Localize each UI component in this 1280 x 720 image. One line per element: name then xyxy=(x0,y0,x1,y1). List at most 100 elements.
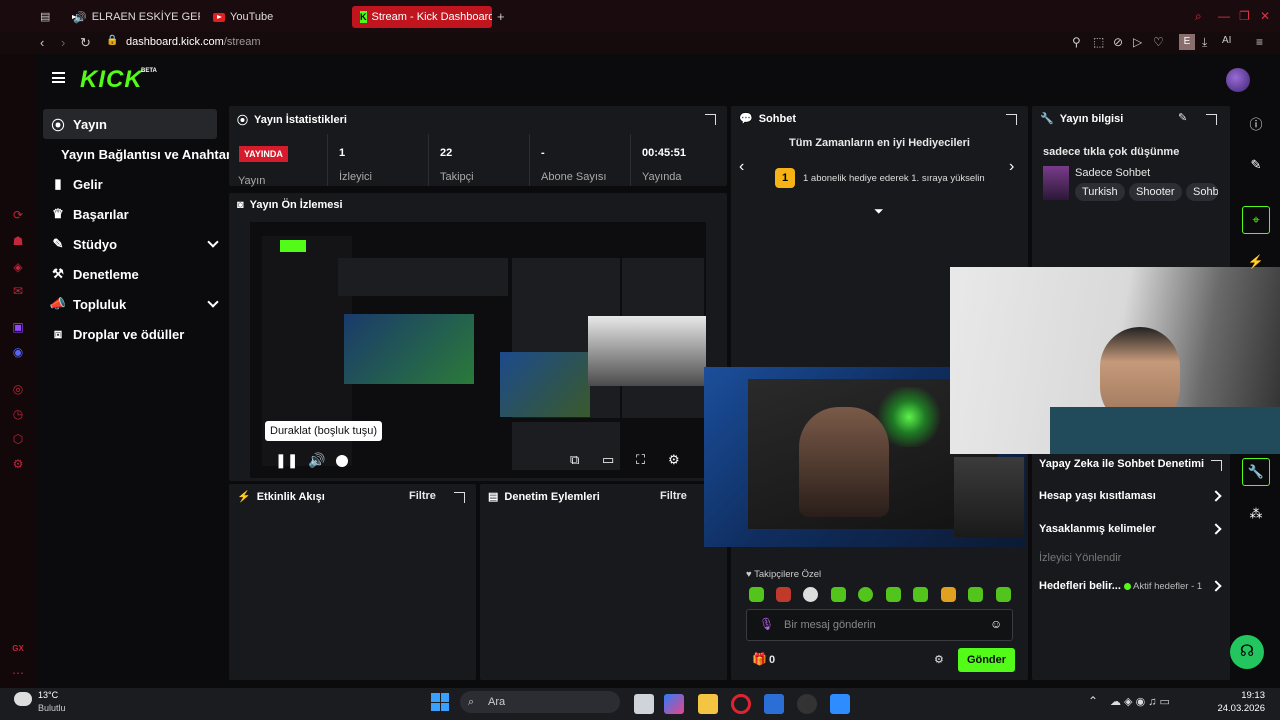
more-icon[interactable]: ⋯ xyxy=(11,666,25,680)
store-icon[interactable] xyxy=(764,694,784,714)
send-button[interactable]: Gönder xyxy=(958,648,1015,672)
clock-time[interactable]: 19:13 xyxy=(1215,690,1265,701)
popout-icon[interactable] xyxy=(1206,114,1217,125)
browser-menu-icon[interactable]: ≡ xyxy=(1256,35,1263,49)
settings-icon[interactable]: ⚙ xyxy=(668,452,680,468)
adblock-icon[interactable]: ⊘ xyxy=(1113,35,1123,49)
emote-icon[interactable] xyxy=(776,587,791,602)
pencil-icon[interactable]: ✎ xyxy=(1242,151,1270,179)
opera-gx-icon[interactable] xyxy=(731,694,751,714)
discord-icon[interactable]: ◉ xyxy=(11,345,25,359)
windows-start-icon[interactable] xyxy=(431,693,449,711)
download-icon[interactable]: ⤓ xyxy=(1202,35,1207,50)
microphone-icon[interactable]: 🎙 xyxy=(759,617,774,631)
emote-icon[interactable] xyxy=(858,587,873,602)
ai-button[interactable]: AI xyxy=(1222,35,1231,46)
forward-icon[interactable]: › xyxy=(61,35,65,50)
info-icon[interactable]: ⓘ xyxy=(1242,109,1270,137)
nav-item-denetleme[interactable]: ⚒ Denetleme xyxy=(43,259,217,289)
popout-icon[interactable] xyxy=(454,492,465,503)
chevron-left-icon[interactable]: ‹ xyxy=(739,158,744,176)
new-tab-icon[interactable]: + xyxy=(497,9,505,24)
pip-icon[interactable]: ⧉ xyxy=(570,452,579,468)
settings-icon[interactable]: ⚙ xyxy=(11,457,25,471)
video-call-icon[interactable] xyxy=(830,694,850,714)
ai-moderation-row[interactable]: Yapay Zeka ile Sohbet Denetimi xyxy=(1039,458,1204,470)
pause-icon[interactable]: ❚❚ xyxy=(275,452,298,469)
lightning-icon[interactable]: ⚡ xyxy=(1242,248,1270,276)
theater-icon[interactable]: ▭ xyxy=(602,452,614,468)
menu-icon[interactable] xyxy=(52,72,65,83)
play-icon[interactable]: ▷ xyxy=(1133,35,1142,49)
tab-elraen[interactable]: 🔊 ELRAEN ESKİYE GERİ xyxy=(60,6,200,28)
emoji-icon[interactable]: ☺ xyxy=(990,617,1002,631)
fullscreen-icon[interactable]: ⛶ xyxy=(636,452,645,468)
back-icon[interactable]: ‹ xyxy=(40,35,44,50)
banned-words-row[interactable]: Yasaklanmış kelimeler xyxy=(1039,523,1156,535)
file-explorer-icon[interactable] xyxy=(698,694,718,714)
obs-icon[interactable] xyxy=(797,694,817,714)
wrench-icon[interactable]: 🔧 xyxy=(1242,458,1270,486)
nav-item-stream-key[interactable]: Yayın Bağlantısı ve Anahtarı xyxy=(61,139,235,169)
maximize-icon[interactable]: ❐ xyxy=(1239,9,1250,23)
emote-icon[interactable] xyxy=(831,587,846,602)
robot-icon[interactable]: ☗ xyxy=(11,234,25,248)
apps-icon[interactable]: ⁂ xyxy=(1242,500,1270,528)
nav-item-yayin[interactable]: ⦿ Yayın xyxy=(43,109,217,139)
volume-icon[interactable]: 🔊 xyxy=(308,452,325,469)
mail-icon[interactable]: ✉ xyxy=(11,284,25,298)
nav-item-topluluk[interactable]: 📣 Topluluk xyxy=(43,289,223,319)
minimize-icon[interactable]: — xyxy=(1218,9,1230,23)
play-circle-icon[interactable]: ◎ xyxy=(11,382,25,396)
filter-button[interactable]: Filtre xyxy=(409,490,436,502)
taskbar-search[interactable]: ⌕ Ara xyxy=(460,691,620,713)
collapse-icon[interactable]: ⏷ xyxy=(874,204,884,219)
emote-icon[interactable] xyxy=(803,587,818,602)
tag-icon[interactable]: ◈ xyxy=(11,260,25,274)
chat-input[interactable]: 🎙 Bir mesaj gönderin ☺ xyxy=(746,609,1013,641)
cube-icon[interactable]: ⬡ xyxy=(11,432,25,446)
tray-icons[interactable]: ☁ ◈ ◉ ♫ ▭ xyxy=(1110,695,1170,708)
nav-item-studyo[interactable]: ✎ Stüdyo xyxy=(43,229,223,259)
pin-icon[interactable]: ⚲ xyxy=(1072,35,1081,49)
reload-icon[interactable]: ↻ xyxy=(80,35,91,51)
close-icon[interactable]: ✕ xyxy=(1260,9,1270,23)
popout-icon[interactable] xyxy=(1211,460,1222,471)
twitch-icon[interactable]: ▣ xyxy=(11,320,25,334)
edit-icon[interactable]: ✎ xyxy=(1178,111,1187,124)
chevron-right-icon[interactable]: › xyxy=(1009,158,1014,176)
task-view-icon[interactable] xyxy=(634,694,654,714)
emote-icon[interactable] xyxy=(941,587,956,602)
chat-settings-icon[interactable]: ⚙ xyxy=(934,653,944,666)
filter-button[interactable]: Filtre xyxy=(660,490,687,502)
nav-item-basarilar[interactable]: ♛ Başarılar xyxy=(43,199,217,229)
gift-icon[interactable]: 🎁 xyxy=(752,652,767,666)
url-field[interactable]: dashboard.kick.com/stream xyxy=(126,36,261,48)
profile-badge[interactable]: E xyxy=(1179,34,1195,50)
emote-icon[interactable] xyxy=(913,587,928,602)
nav-item-gelir[interactable]: ▮ Gelir xyxy=(43,169,217,199)
heart-icon[interactable]: ♡ xyxy=(1153,35,1164,49)
emote-icon[interactable] xyxy=(886,587,901,602)
emote-icon[interactable] xyxy=(968,587,983,602)
popout-icon[interactable] xyxy=(1006,114,1017,125)
tab-youtube[interactable]: YouTube xyxy=(205,6,315,28)
refresh-ring-icon[interactable]: ⟳ xyxy=(11,208,25,222)
emote-icon[interactable] xyxy=(996,587,1011,602)
clock-icon[interactable]: ◷ xyxy=(11,407,25,421)
tabs-menu-icon[interactable]: ▤ xyxy=(40,10,50,23)
tray-chevron-icon[interactable]: ⌃ xyxy=(1088,694,1098,708)
popout-icon[interactable] xyxy=(705,114,716,125)
search-tabs-icon[interactable]: ⌕ xyxy=(1195,9,1202,24)
gx-icon[interactable]: GX xyxy=(11,642,25,656)
snapshot-icon[interactable]: ⬚ xyxy=(1093,35,1104,49)
avatar[interactable] xyxy=(1226,68,1250,92)
nav-item-droplar[interactable]: ⧈ Droplar ve ödüller xyxy=(43,319,228,349)
age-restriction-row[interactable]: Hesap yaşı kısıtlaması xyxy=(1039,490,1156,502)
weather-temp[interactable]: 13°C xyxy=(38,690,58,700)
kick-logo[interactable]: KICK xyxy=(80,66,143,94)
goals-row[interactable]: Hedefleri belir... xyxy=(1039,580,1121,592)
camera-target-icon[interactable]: ⌖ xyxy=(1242,206,1270,234)
copilot-icon[interactable] xyxy=(664,694,684,714)
support-headset-icon[interactable]: ☊ xyxy=(1230,635,1264,669)
